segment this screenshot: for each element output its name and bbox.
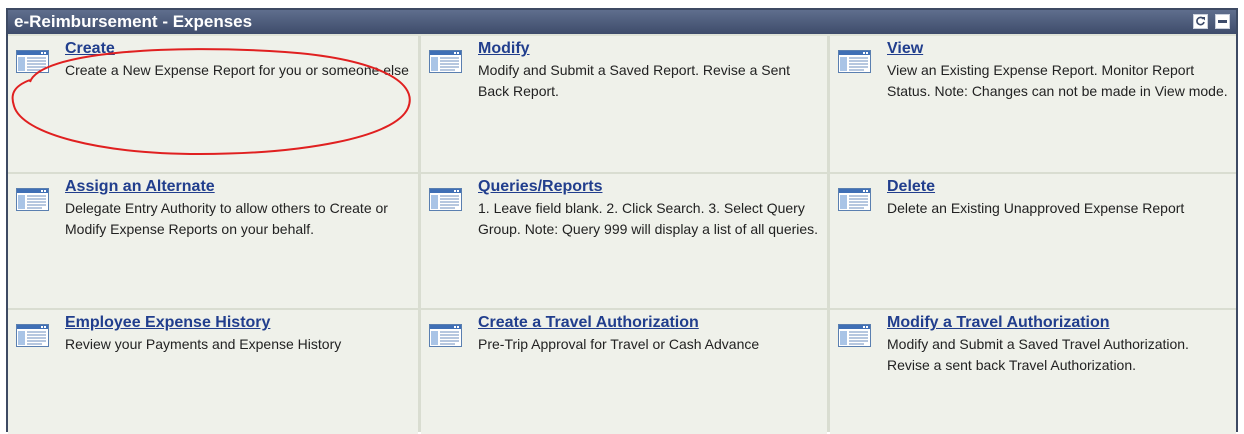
- delete-description: Delete an Existing Unapproved Expense Re…: [887, 200, 1185, 216]
- delete-link[interactable]: Delete: [887, 178, 935, 196]
- menu-item-modify-travel-authorization: Modify a Travel Authorization Modify and…: [830, 310, 1236, 434]
- window-page-icon[interactable]: [429, 324, 462, 347]
- menu-grid: Create Create a New Expense Report for y…: [8, 36, 1236, 434]
- menu-item-create: Create Create a New Expense Report for y…: [8, 36, 418, 172]
- create-link[interactable]: Create: [65, 40, 115, 58]
- menu-item-expense-history: Employee Expense History Review your Pay…: [8, 310, 418, 434]
- pagelet-titlebar: e-Reimbursement - Expenses: [8, 10, 1236, 34]
- menu-item-modify: Modify Modify and Submit a Saved Report.…: [421, 36, 827, 172]
- view-description: View an Existing Expense Report. Monitor…: [887, 62, 1228, 99]
- assign-alternate-link[interactable]: Assign an Alternate: [65, 178, 215, 196]
- window-page-icon[interactable]: [429, 188, 462, 211]
- window-page-icon[interactable]: [838, 324, 871, 347]
- expense-history-link[interactable]: Employee Expense History: [65, 314, 270, 332]
- modify-travel-authorization-link[interactable]: Modify a Travel Authorization: [887, 314, 1110, 332]
- menu-item-delete: Delete Delete an Existing Unapproved Exp…: [830, 174, 1236, 308]
- create-travel-authorization-link[interactable]: Create a Travel Authorization: [478, 314, 699, 332]
- expense-history-description: Review your Payments and Expense History: [65, 336, 342, 352]
- pagelet-title: e-Reimbursement - Expenses: [14, 12, 253, 31]
- menu-item-assign-alternate: Assign an Alternate Delegate Entry Autho…: [8, 174, 418, 308]
- refresh-icon[interactable]: [1193, 14, 1208, 29]
- window-page-icon[interactable]: [429, 50, 462, 73]
- window-page-icon[interactable]: [16, 50, 49, 73]
- expenses-pagelet: e-Reimbursement - Expenses Create Create…: [6, 8, 1238, 434]
- window-page-icon[interactable]: [16, 324, 49, 347]
- menu-item-queries-reports: Queries/Reports 1. Leave field blank. 2.…: [421, 174, 827, 308]
- modify-description: Modify and Submit a Saved Report. Revise…: [478, 62, 791, 99]
- modify-travel-authorization-description: Modify and Submit a Saved Travel Authori…: [887, 336, 1189, 373]
- window-page-icon[interactable]: [16, 188, 49, 211]
- minimize-icon[interactable]: [1215, 14, 1230, 29]
- assign-alternate-description: Delegate Entry Authority to allow others…: [65, 200, 388, 237]
- create-description: Create a New Expense Report for you or s…: [65, 62, 409, 78]
- view-link[interactable]: View: [887, 40, 923, 58]
- queries-reports-link[interactable]: Queries/Reports: [478, 178, 602, 196]
- window-page-icon[interactable]: [838, 50, 871, 73]
- menu-item-create-travel-authorization: Create a Travel Authorization Pre-Trip A…: [421, 310, 827, 434]
- window-page-icon[interactable]: [838, 188, 871, 211]
- queries-reports-description: 1. Leave field blank. 2. Click Search. 3…: [478, 200, 819, 237]
- modify-link[interactable]: Modify: [478, 40, 530, 58]
- create-travel-authorization-description: Pre-Trip Approval for Travel or Cash Adv…: [478, 336, 760, 352]
- menu-item-view: View View an Existing Expense Report. Mo…: [830, 36, 1236, 172]
